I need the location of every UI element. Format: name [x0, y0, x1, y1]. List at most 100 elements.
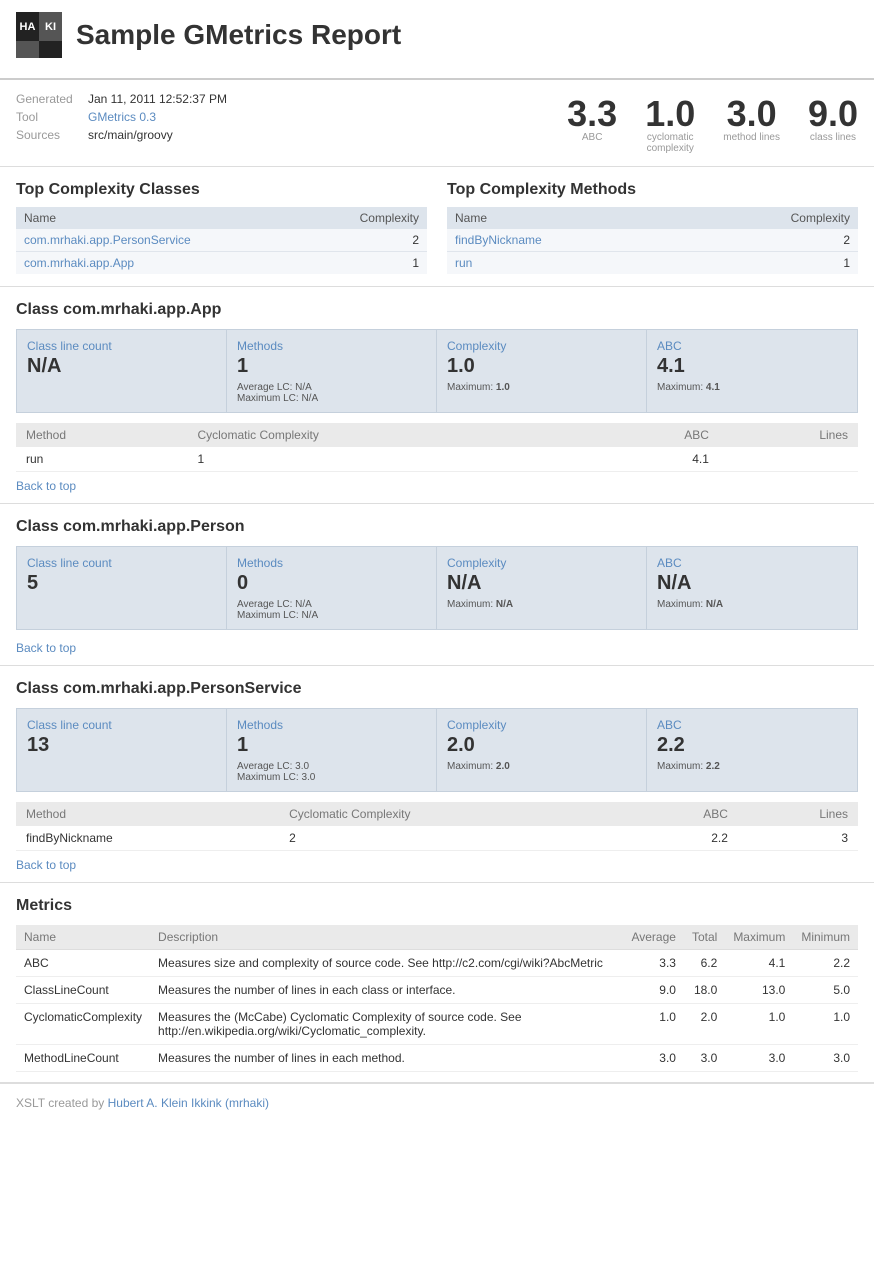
metrics-name-header: Name: [16, 925, 150, 950]
stat-class-lines-number: 9.0: [808, 96, 858, 132]
metric-max: 1.0: [725, 1004, 793, 1045]
cyclomatic-header: Cyclomatic Complexity: [279, 802, 628, 826]
class-line-count-link[interactable]: Class line count: [27, 556, 112, 570]
method-link[interactable]: findByNickname: [455, 233, 542, 247]
abc-link[interactable]: ABC: [657, 339, 682, 353]
metric-name: CyclomaticComplexity: [16, 1004, 150, 1045]
stat-cyclomatic-label: cyclomaticcomplexity: [645, 132, 695, 154]
class-link[interactable]: com.mrhaki.app.PersonService: [24, 233, 191, 247]
complexity-value: 1.0: [447, 355, 636, 378]
metric-avg: 3.3: [623, 950, 683, 977]
table-row: ClassLineCount Measures the number of li…: [16, 977, 858, 1004]
metric-cell-abc: ABC 2.2 Maximum: 2.2: [647, 709, 857, 791]
top-methods-complexity-header: Complexity: [684, 207, 858, 229]
class-line-count-value: N/A: [27, 355, 216, 378]
back-to-top-link[interactable]: Back to top: [16, 858, 76, 872]
metric-cell-methods: Methods 1 Average LC: N/AMaximum LC: N/A: [227, 330, 437, 412]
cyclomatic-header: Cyclomatic Complexity: [187, 423, 591, 447]
complexity-value: N/A: [447, 572, 636, 595]
metric-cell-abc: ABC N/A Maximum: N/A: [647, 547, 857, 629]
methods-link[interactable]: Methods: [237, 556, 283, 570]
abc-sub: Maximum: 4.1: [657, 382, 847, 393]
top-methods-title: Top Complexity Methods: [447, 181, 858, 199]
abc-sub: Maximum: N/A: [657, 599, 847, 610]
top-classes-name-header: Name: [16, 207, 307, 229]
methods-value: 0: [237, 572, 426, 595]
method-cyclomatic: 2: [279, 826, 628, 851]
method-header: Method: [16, 423, 187, 447]
complexity-link[interactable]: Complexity: [447, 556, 506, 570]
abc-link[interactable]: ABC: [657, 556, 682, 570]
metric-min: 3.0: [793, 1045, 858, 1072]
metric-desc: Measures size and complexity of source c…: [150, 950, 623, 977]
class-app-method-table: Method Cyclomatic Complexity ABC Lines r…: [16, 423, 858, 472]
meta-info: Generated Jan 11, 2011 12:52:37 PM Tool …: [16, 92, 547, 142]
table-row: CyclomaticComplexity Measures the (McCab…: [16, 1004, 858, 1045]
metric-total: 6.2: [684, 950, 725, 977]
metric-desc: Measures the number of lines in each cla…: [150, 977, 623, 1004]
class-app-title: Class com.mrhaki.app.App: [16, 301, 858, 319]
stat-cyclomatic: 1.0 cyclomaticcomplexity: [645, 96, 695, 154]
metric-cell-class-line-count: Class line count N/A: [17, 330, 227, 412]
methods-link[interactable]: Methods: [237, 718, 283, 732]
back-to-top-link[interactable]: Back to top: [16, 641, 76, 655]
class-line-count-link[interactable]: Class line count: [27, 339, 112, 353]
abc-value: 4.1: [657, 355, 847, 378]
method-abc: 2.2: [628, 826, 738, 851]
table-row: run 1 4.1: [16, 447, 858, 472]
abc-header: ABC: [591, 423, 719, 447]
class-link[interactable]: com.mrhaki.app.App: [24, 256, 134, 270]
lines-header: Lines: [738, 802, 858, 826]
metric-avg: 1.0: [623, 1004, 683, 1045]
stat-method-lines: 3.0 method lines: [723, 96, 780, 143]
metric-desc: Measures the number of lines in each met…: [150, 1045, 623, 1072]
metrics-total-header: Total: [684, 925, 725, 950]
metric-cell-methods: Methods 0 Average LC: N/AMaximum LC: N/A: [227, 547, 437, 629]
metrics-max-header: Maximum: [725, 925, 793, 950]
complexity-value: 2.0: [447, 734, 636, 757]
complexity-sub: Maximum: N/A: [447, 599, 636, 610]
complexity-link[interactable]: Complexity: [447, 718, 506, 732]
generated-value: Jan 11, 2011 12:52:37 PM: [88, 92, 227, 106]
top-classes-complexity-header: Complexity: [307, 207, 427, 229]
metric-total: 18.0: [684, 977, 725, 1004]
class-app-section: Class com.mrhaki.app.App Class line coun…: [0, 287, 874, 504]
class-person-section: Class com.mrhaki.app.Person Class line c…: [0, 504, 874, 666]
table-row: MethodLineCount Measures the number of l…: [16, 1045, 858, 1072]
back-to-top-link[interactable]: Back to top: [16, 479, 76, 493]
method-lines: 3: [738, 826, 858, 851]
class-personservice-metrics-grid: Class line count 13 Methods 1 Average LC…: [16, 708, 858, 792]
method-link[interactable]: run: [455, 256, 472, 270]
tool-label: Tool: [16, 110, 88, 124]
footer-link[interactable]: Hubert A. Klein Ikkink (mrhaki): [108, 1096, 269, 1110]
stat-abc: 3.3 ABC: [567, 96, 617, 143]
table-row: findByNickname 2: [447, 229, 858, 252]
metric-cell-class-line-count: Class line count 13: [17, 709, 227, 791]
metric-name: ABC: [16, 950, 150, 977]
abc-link[interactable]: ABC: [657, 718, 682, 732]
complexity-link[interactable]: Complexity: [447, 339, 506, 353]
class-line-count-link[interactable]: Class line count: [27, 718, 112, 732]
metric-max: 4.1: [725, 950, 793, 977]
stat-method-lines-label: method lines: [723, 132, 780, 143]
method-abc: 4.1: [591, 447, 719, 472]
tool-link[interactable]: GMetrics 0.3: [88, 110, 156, 124]
stat-class-lines: 9.0 class lines: [808, 96, 858, 143]
method-cyclomatic: 1: [187, 447, 591, 472]
page-title: Sample GMetrics Report: [76, 19, 401, 51]
top-complexity-classes: Top Complexity Classes Name Complexity c…: [16, 181, 427, 274]
method-header: Method: [16, 802, 279, 826]
metric-name: MethodLineCount: [16, 1045, 150, 1072]
metric-min: 2.2: [793, 950, 858, 977]
class-app-metrics-grid: Class line count N/A Methods 1 Average L…: [16, 329, 858, 413]
class-personservice-title: Class com.mrhaki.app.PersonService: [16, 680, 858, 698]
metric-min: 5.0: [793, 977, 858, 1004]
abc-value: N/A: [657, 572, 847, 595]
table-row: ABC Measures size and complexity of sour…: [16, 950, 858, 977]
metrics-table: Name Description Average Total Maximum M…: [16, 925, 858, 1072]
class-person-title: Class com.mrhaki.app.Person: [16, 518, 858, 536]
table-row: run 1: [447, 252, 858, 275]
methods-link[interactable]: Methods: [237, 339, 283, 353]
lines-header: Lines: [719, 423, 858, 447]
complexity-sub: Maximum: 1.0: [447, 382, 636, 393]
